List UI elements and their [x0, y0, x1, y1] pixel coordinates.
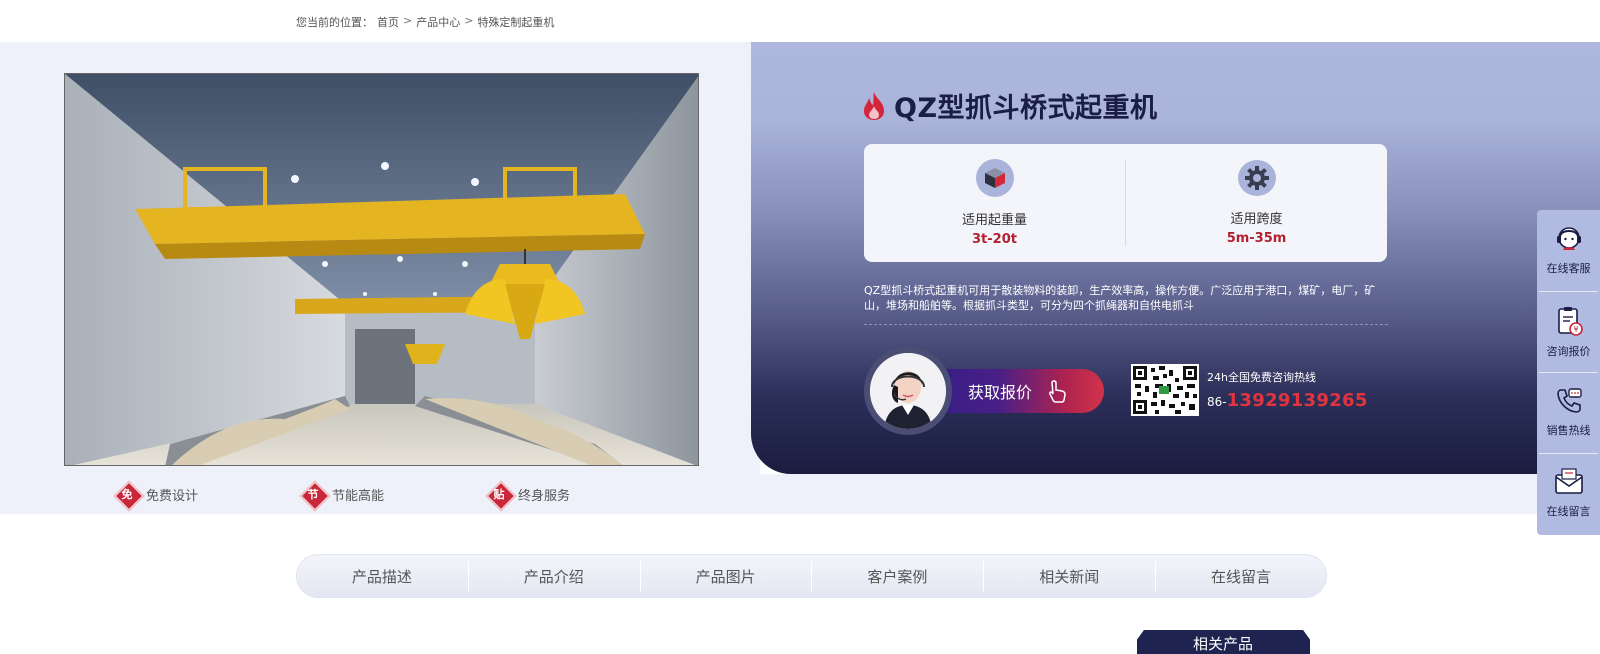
feature-label: 节能高能 [332, 488, 385, 504]
spec-capacity: 适用起重量 3t-20t [864, 144, 1125, 262]
tab-online-message[interactable]: 在线留言 [1155, 554, 1327, 598]
spec-label: 适用起重量 [961, 213, 1027, 228]
float-online-message[interactable]: 在线留言 [1537, 453, 1600, 534]
product-tabs: 产品描述 产品介绍 产品图片 客户案例 相关新闻 在线留言 [296, 554, 1327, 598]
get-quote-label: 获取报价 [968, 383, 1033, 402]
spec-card: 适用起重量 3t-20t 适用跨度 5m-35m [864, 144, 1387, 262]
svg-text:¥: ¥ [1573, 325, 1578, 334]
breadcrumb-category[interactable]: 特殊定制起重机 [477, 14, 554, 30]
float-price-inquiry[interactable]: ¥ 咨询报价 [1537, 291, 1600, 372]
feature-energy-saving: 节 节能高能 [301, 482, 385, 506]
spec-span: 适用跨度 5m-35m [1125, 160, 1387, 246]
hotline-digits[interactable]: 13929139265 [1227, 390, 1368, 411]
get-quote-button[interactable]: 获取报价 [864, 347, 1106, 435]
breadcrumb: 您当前的位置： 首页 > 产品中心 > 特殊定制起重机 [296, 14, 554, 30]
feature-free-design: 免 免费设计 [115, 482, 199, 506]
breadcrumb-prefix: 您当前的位置： [296, 16, 373, 29]
phone-icon [1556, 388, 1582, 413]
hotline-prefix: 86- [1207, 395, 1227, 409]
gear-icon [1237, 160, 1276, 196]
float-online-service[interactable]: 在线客服 [1537, 210, 1600, 291]
badge-icon: 节 [301, 482, 325, 506]
float-label: 销售热线 [1546, 424, 1591, 437]
floating-contact-sidebar: 在线客服 ¥ 咨询报价 销售热线 在线留言 [1537, 210, 1600, 535]
badge-text: 贴 [493, 488, 505, 501]
tab-customer-cases[interactable]: 客户案例 [811, 554, 983, 598]
feature-label: 免费设计 [146, 488, 199, 504]
tab-product-introduction[interactable]: 产品介绍 [467, 554, 640, 598]
product-title: QZ型抓斗桥式起重机 [894, 93, 1158, 124]
hotline-number[interactable]: 86- 13929139265 [1207, 390, 1368, 411]
breadcrumb-product-center[interactable]: 产品中心 [416, 14, 460, 30]
breadcrumb-separator: > [464, 14, 474, 27]
badge-text: 免 [121, 488, 133, 501]
related-products-heading: 相关产品 [1137, 630, 1310, 654]
spec-value: 3t-20t [972, 232, 1017, 247]
divider [864, 324, 1388, 325]
spec-label: 适用跨度 [1230, 212, 1283, 227]
spec-value: 5m-35m [1226, 231, 1287, 246]
tab-related-news[interactable]: 相关新闻 [983, 554, 1155, 598]
feature-lifetime-service: 贴 终身服务 [487, 482, 571, 506]
product-description: QZ型抓斗桥式起重机可用于散装物料的装卸，生产效率高，操作方便。广泛应用于港口，… [864, 284, 1376, 312]
hero-bottom-strip [760, 474, 1600, 514]
pointer-hand-icon [1049, 380, 1066, 403]
clipboard-price-icon: ¥ [1557, 307, 1583, 336]
flame-icon [864, 91, 884, 120]
product-photo [64, 73, 699, 466]
float-label: 在线客服 [1546, 262, 1591, 275]
agent-avatar [864, 347, 952, 435]
badge-icon: 贴 [487, 482, 511, 506]
cube-icon [975, 159, 1014, 197]
badge-text: 节 [307, 488, 319, 501]
hotline-label: 24h全国免费咨询热线 [1207, 371, 1316, 384]
breadcrumb-separator: > [403, 14, 413, 27]
qr-code [1131, 364, 1199, 416]
float-sales-hotline[interactable]: 销售热线 [1537, 372, 1600, 453]
product-title-row: QZ型抓斗桥式起重机 [862, 86, 1158, 125]
float-label: 在线留言 [1546, 505, 1591, 518]
feature-label: 终身服务 [518, 488, 571, 504]
tab-product-description[interactable]: 产品描述 [296, 554, 468, 598]
tab-product-images[interactable]: 产品图片 [639, 554, 812, 598]
badge-icon: 免 [115, 482, 139, 506]
float-label: 咨询报价 [1546, 345, 1591, 358]
customer-service-icon [1556, 227, 1581, 250]
breadcrumb-home[interactable]: 首页 [377, 14, 399, 30]
envelope-icon [1554, 468, 1583, 494]
agent-photo [870, 353, 946, 429]
